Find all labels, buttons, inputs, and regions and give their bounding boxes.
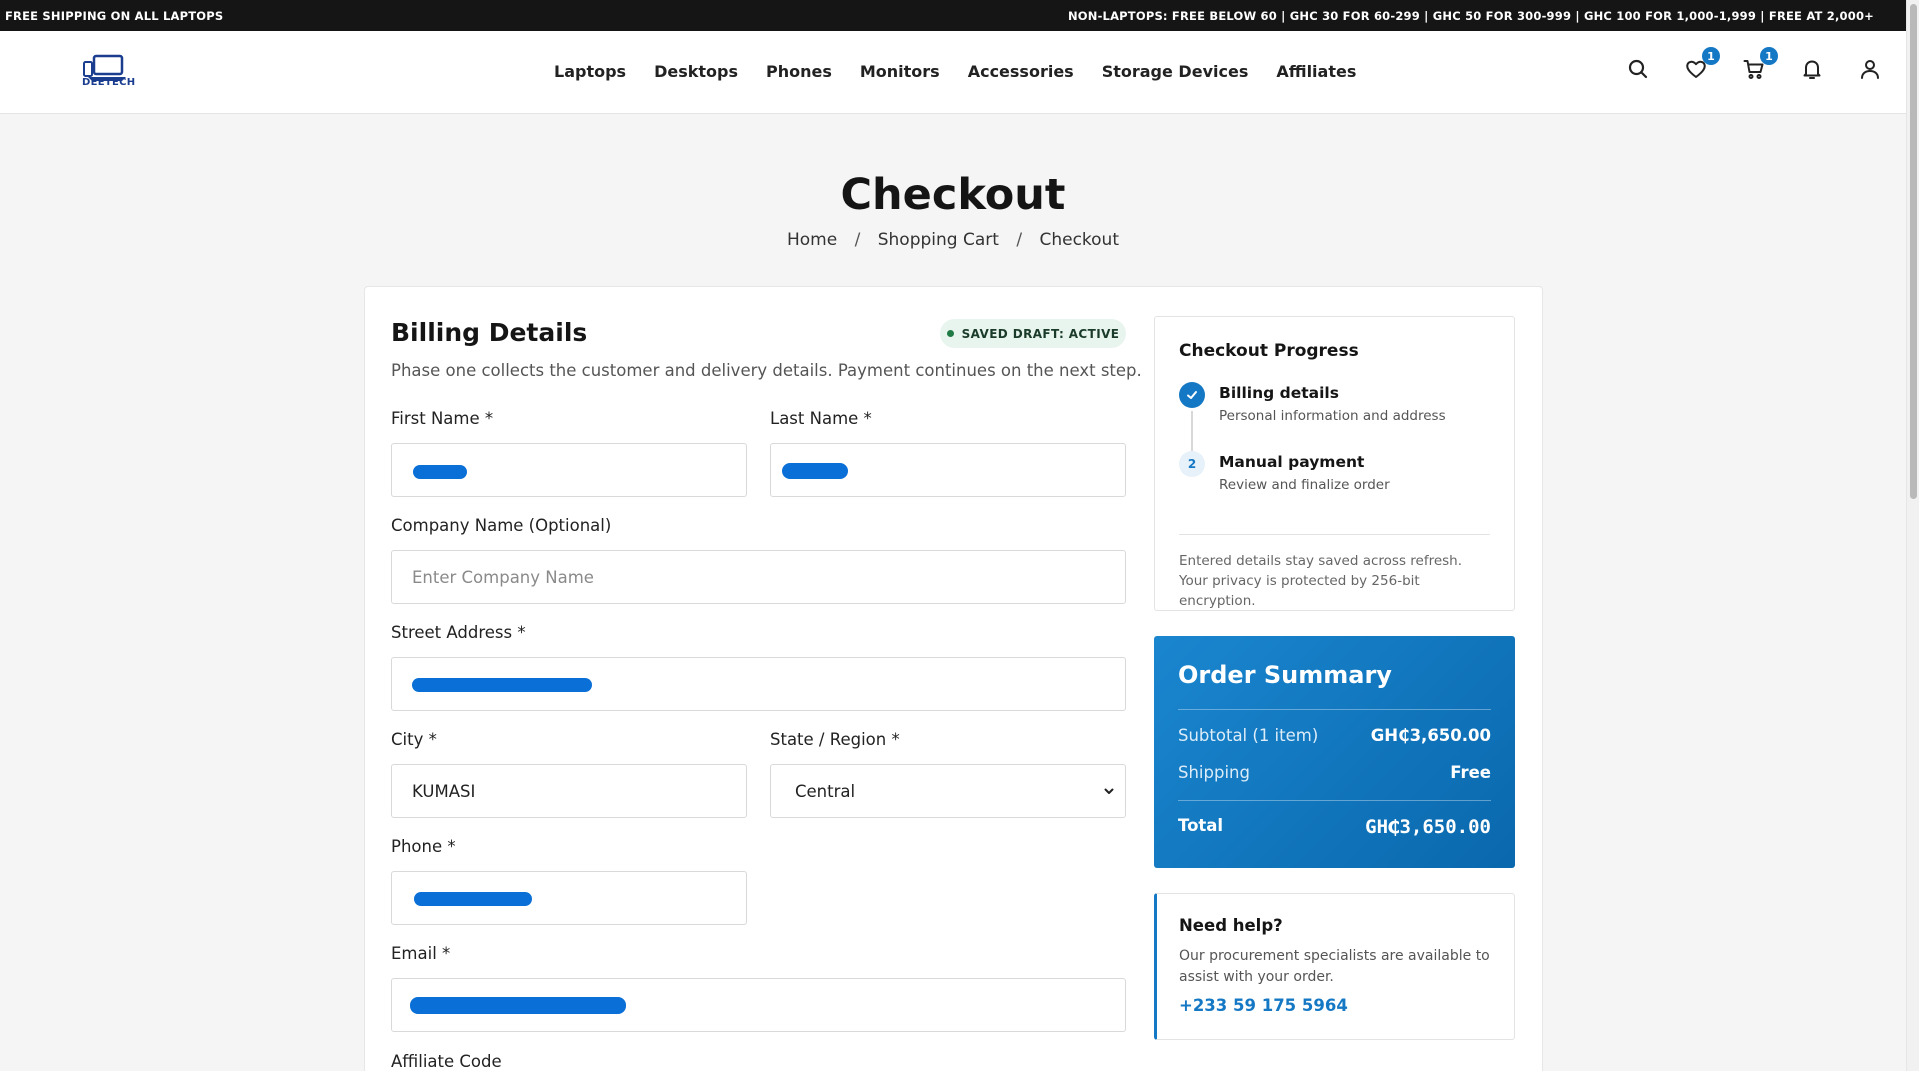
order-summary-panel: Order Summary Subtotal (1 item) GH₵3,650… [1154,636,1515,868]
street-label: Street Address * [391,623,526,642]
redaction-mark [410,997,626,1014]
street-address-field[interactable] [391,657,1126,711]
redaction-mark [412,678,592,692]
header-icons: 1 1 [1626,47,1882,81]
checkout-progress-panel: Checkout Progress Billing details Person… [1154,316,1515,611]
page-scrollbar[interactable] [1906,0,1919,1071]
step-billing-title: Billing details [1219,384,1339,402]
breadcrumb-shopping-cart[interactable]: Shopping Cart [878,230,999,250]
company-field[interactable]: Enter Company Name [391,550,1126,604]
total-row: Total GH₵3,650.00 [1178,816,1491,838]
nav-accessories[interactable]: Accessories [968,62,1074,81]
redaction-mark [413,465,467,479]
subtotal-label: Subtotal (1 item) [1178,726,1319,745]
wishlist-button[interactable]: 1 [1684,47,1720,81]
help-title: Need help? [1179,916,1283,935]
breadcrumb: Home / Shopping Cart / Checkout [0,230,1906,250]
draft-status-badge: SAVED DRAFT: ACTIVE [940,319,1126,348]
city-label: City * [391,730,437,749]
phone-field[interactable] [391,871,747,925]
nav-monitors[interactable]: Monitors [860,62,940,81]
draft-status-text: SAVED DRAFT: ACTIVE [961,326,1120,341]
company-label: Company Name (Optional) [391,516,612,535]
redaction-mark [414,892,532,906]
email-field[interactable] [391,978,1126,1032]
cart-button[interactable]: 1 [1742,47,1778,81]
breadcrumb-separator: / [1016,230,1023,250]
wishlist-count-badge: 1 [1702,47,1720,65]
cart-count-badge: 1 [1760,47,1778,65]
shipping-row: Shipping Free [1178,763,1491,782]
nav-desktops[interactable]: Desktops [654,62,738,81]
total-label: Total [1178,816,1224,835]
billing-title: Billing Details [391,318,588,347]
state-select[interactable]: Central [770,764,1126,818]
email-label: Email * [391,944,451,963]
step-payment-title: Manual payment [1219,453,1365,471]
shipping-value: Free [1450,763,1491,782]
privacy-note: Entered details stay saved across refres… [1179,553,1463,609]
city-field[interactable]: KUMASI [391,764,747,818]
scrollbar-thumb[interactable] [1910,4,1917,499]
last-name-field[interactable] [770,443,1126,497]
main-nav: Laptops Desktops Phones Monitors Accesso… [554,62,1356,81]
nav-storage-devices[interactable]: Storage Devices [1102,62,1249,81]
breadcrumb-home[interactable]: Home [787,230,837,250]
search-button[interactable] [1626,57,1650,81]
help-panel: Need help? Our procurement specialists a… [1154,893,1515,1040]
first-name-field[interactable] [391,443,747,497]
nav-laptops[interactable]: Laptops [554,62,626,81]
page-title: Checkout [840,170,1066,220]
affiliate-code-label: Affiliate Code [391,1052,502,1071]
site-header: DEETECH Laptops Desktops Phones Monitors… [0,31,1906,114]
nav-affiliates[interactable]: Affiliates [1276,62,1356,81]
subtotal-row: Subtotal (1 item) GH₵3,650.00 [1178,726,1491,745]
search-icon [1628,59,1648,79]
user-icon [1861,60,1879,79]
status-dot [946,330,954,337]
step-billing-subtitle: Personal information and address [1219,408,1446,424]
step-number: 2 [1179,451,1205,477]
account-button[interactable] [1858,57,1882,81]
phone-label: Phone * [391,837,456,856]
chevron-down-icon [1104,788,1114,794]
divider [1178,800,1491,801]
subtotal-value: GH₵3,650.00 [1370,726,1491,745]
progress-title: Checkout Progress [1179,341,1359,361]
logo-text[interactable]: DEETECH [82,77,135,88]
last-name-label: Last Name * [770,409,872,428]
breadcrumb-separator: / [854,230,861,250]
notifications-button[interactable] [1800,57,1824,81]
redaction-mark [782,463,848,479]
total-value: GH₵3,650.00 [1365,816,1491,838]
step-connector [1191,411,1193,453]
announcement-left: FREE SHIPPING ON ALL LAPTOPS [5,8,224,23]
order-summary-title: Order Summary [1178,661,1392,689]
help-phone-link[interactable]: +233 59 175 5964 [1179,996,1348,1015]
nav-phones[interactable]: Phones [766,62,832,81]
bell-icon [1803,60,1821,79]
billing-intro: Phase one collects the customer and deli… [391,361,1142,380]
divider [1178,709,1491,710]
announcement-bar: FREE SHIPPING ON ALL LAPTOPS NON-LAPTOPS… [0,0,1919,31]
first-name-label: First Name * [391,409,494,428]
state-label: State / Region * [770,730,900,749]
state-select-value: Central [795,781,856,801]
breadcrumb-checkout: Checkout [1039,230,1119,250]
check-icon [1187,391,1197,399]
step-complete-icon [1179,382,1205,408]
step-payment-subtitle: Review and finalize order [1219,477,1390,493]
divider [1179,534,1490,535]
shipping-label: Shipping [1178,763,1250,782]
announcement-right: NON-LAPTOPS: FREE BELOW 60 | GHC 30 FOR … [1067,8,1874,23]
help-text: Our procurement specialists are availabl… [1179,948,1490,985]
